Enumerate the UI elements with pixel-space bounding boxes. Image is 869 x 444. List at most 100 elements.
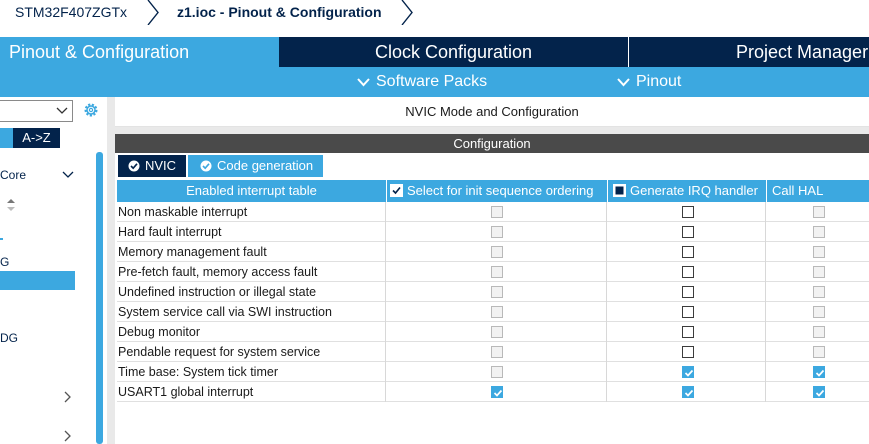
table-cell: [386, 342, 607, 362]
init-order-checkbox: [491, 346, 503, 358]
check-circle-icon: [200, 160, 212, 172]
list-item-selected[interactable]: [0, 271, 75, 290]
interrupt-name: Undefined instruction or illegal state: [117, 282, 386, 302]
table-body: Non maskable interrupt Hard fault interru…: [117, 202, 869, 402]
irq-handler-checkbox[interactable]: [682, 246, 694, 258]
interrupt-name: Memory management fault: [117, 242, 386, 262]
table-cell: [766, 302, 869, 322]
column-header-interrupt[interactable]: Enabled interrupt table: [117, 180, 386, 202]
table-cell: [607, 282, 766, 302]
tab-project-manager[interactable]: Project Manager: [628, 37, 869, 67]
chevron-right-icon[interactable]: [64, 391, 72, 403]
table-cell: [386, 362, 607, 382]
table-cell: [766, 342, 869, 362]
table-row[interactable]: Undefined instruction or illegal state: [117, 282, 869, 302]
interrupt-name: Non maskable interrupt: [117, 202, 386, 222]
list-item[interactable]: DG: [0, 331, 18, 345]
table-cell: [386, 202, 607, 222]
sort-toggle: A->Z: [0, 128, 75, 148]
table-row[interactable]: Pendable request for system service: [117, 342, 869, 362]
column-header-hal-handler[interactable]: Call HAL handler: [766, 180, 869, 220]
table-row[interactable]: USART1 global interrupt: [117, 382, 869, 402]
left-panel: A->Z Core G DG: [0, 97, 107, 444]
tab-nvic[interactable]: NVIC: [118, 155, 186, 177]
table-row[interactable]: Memory management fault: [117, 242, 869, 262]
irq-handler-checkbox[interactable]: [682, 226, 694, 238]
hal-handler-checkbox[interactable]: [813, 386, 825, 398]
tab-clock-configuration[interactable]: Clock Configuration: [279, 37, 628, 67]
config-tabs: NVIC Code generation: [115, 153, 869, 177]
table-row[interactable]: Debug monitor: [117, 322, 869, 342]
table-cell: [386, 242, 607, 262]
main-tab-bar: Pinout & Configuration Clock Configurati…: [0, 37, 869, 67]
breadcrumb-separator-icon: [147, 0, 159, 25]
sort-categories-button[interactable]: [0, 128, 13, 148]
column-header-irq-handler[interactable]: Generate IRQ handler: [607, 180, 766, 202]
software-packs-label: Software Packs: [376, 73, 488, 90]
init-order-checkbox[interactable]: [491, 386, 503, 398]
irq-handler-checkbox[interactable]: [682, 386, 694, 398]
hal-handler-checkbox: [813, 226, 825, 238]
init-order-checkbox: [491, 246, 503, 258]
breadcrumb-chip[interactable]: STM32F407ZGTx: [15, 0, 127, 25]
init-order-checkbox: [491, 226, 503, 238]
table-cell: [766, 322, 869, 342]
sub-menu-bar: Software Packs Pinout: [0, 67, 869, 97]
column-header-init-order[interactable]: Select for init sequence ordering: [386, 180, 607, 202]
irq-handler-checkbox[interactable]: [682, 286, 694, 298]
table-cell: [766, 202, 869, 222]
chevron-down-icon[interactable]: [62, 171, 74, 179]
table-row[interactable]: Non maskable interrupt: [117, 202, 869, 222]
table-row[interactable]: System service call via SWI instruction: [117, 302, 869, 322]
interrupt-name: Pre-fetch fault, memory access fault: [117, 262, 386, 282]
header-checkbox[interactable]: [613, 182, 626, 204]
table-row[interactable]: Pre-fetch fault, memory access fault: [117, 262, 869, 282]
irq-handler-checkbox[interactable]: [682, 206, 694, 218]
software-packs-menu[interactable]: Software Packs: [357, 67, 487, 97]
chevron-down-icon: [56, 107, 68, 114]
breadcrumb: STM32F407ZGTx z1.ioc - Pinout & Configur…: [0, 0, 869, 25]
tab-nvic-label: NVIC: [145, 158, 177, 173]
interrupt-name: USART1 global interrupt: [117, 382, 386, 402]
irq-handler-checkbox[interactable]: [682, 306, 694, 318]
left-scrollbar[interactable]: [96, 152, 103, 444]
table-row[interactable]: Hard fault interrupt: [117, 222, 869, 242]
table-row[interactable]: Time base: System tick timer: [117, 362, 869, 382]
init-order-checkbox: [491, 326, 503, 338]
category-core[interactable]: Core: [0, 168, 26, 182]
table-cell: [607, 302, 766, 322]
init-order-checkbox: [491, 306, 503, 318]
interrupt-table: Enabled interrupt table Select for init …: [117, 180, 869, 402]
irq-handler-checkbox[interactable]: [682, 266, 694, 278]
irq-handler-checkbox[interactable]: [682, 366, 694, 378]
table-header: Enabled interrupt table Select for init …: [117, 180, 869, 220]
breadcrumb-file[interactable]: z1.ioc - Pinout & Configuration: [177, 0, 382, 25]
irq-handler-checkbox[interactable]: [682, 346, 694, 358]
panel-divider[interactable]: [107, 97, 115, 444]
table-cell: [386, 382, 607, 402]
panel-title: NVIC Mode and Configuration: [115, 97, 869, 127]
init-order-checkbox: [491, 206, 503, 218]
tab-pinout-configuration[interactable]: Pinout & Configuration: [0, 37, 279, 67]
tab-code-generation[interactable]: Code generation: [188, 155, 323, 177]
chevron-down-icon: [617, 78, 630, 87]
breadcrumb-separator-icon: [401, 0, 413, 25]
sort-az-button[interactable]: A->Z: [13, 128, 60, 148]
table-cell: [766, 382, 869, 402]
sort-arrows-icon[interactable]: [7, 199, 15, 211]
header-checkbox[interactable]: [390, 182, 403, 204]
column-header-label: Select for init sequence ordering: [407, 183, 594, 198]
table-cell: [386, 282, 607, 302]
table-cell: [766, 262, 869, 282]
hal-handler-checkbox: [813, 346, 825, 358]
irq-handler-checkbox[interactable]: [682, 326, 694, 338]
chevron-right-icon[interactable]: [64, 430, 72, 442]
interrupt-name: Pendable request for system service: [117, 342, 386, 362]
hal-handler-checkbox[interactable]: [813, 366, 825, 378]
list-marker: [0, 238, 3, 240]
category-select[interactable]: [0, 100, 73, 122]
list-item[interactable]: G: [0, 255, 9, 269]
table-cell: [766, 362, 869, 382]
pinout-menu[interactable]: Pinout: [617, 67, 681, 97]
gear-icon[interactable]: [82, 101, 100, 119]
